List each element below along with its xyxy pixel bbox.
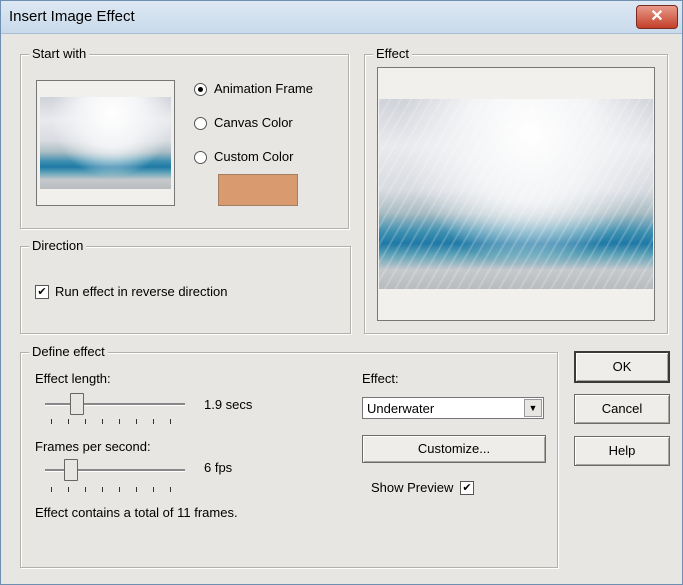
- effect-type-dropdown[interactable]: Underwater ▼: [362, 397, 544, 419]
- cancel-button-label: Cancel: [601, 401, 643, 416]
- insert-image-effect-dialog: Insert Image Effect ✕ Start with Animati…: [0, 0, 683, 585]
- effect-length-slider-handle[interactable]: [70, 393, 85, 415]
- start-with-legend: Start with: [29, 46, 90, 61]
- reverse-direction-label: Run effect in reverse direction: [55, 284, 228, 299]
- effect-length-label: Effect length:: [35, 371, 111, 386]
- ok-button[interactable]: OK: [574, 351, 670, 383]
- direction-legend: Direction: [29, 238, 87, 253]
- radio-canvas-color-label: Canvas Color: [214, 115, 293, 130]
- effect-length-slider-ticks: [45, 419, 185, 425]
- window-title: Insert Image Effect: [9, 8, 135, 25]
- start-frame-thumbnail: [36, 80, 175, 206]
- reverse-direction-checkbox[interactable]: ✔: [35, 285, 49, 299]
- effect-length-value: 1.9 secs: [204, 397, 253, 412]
- frames-per-second-label: Frames per second:: [35, 439, 151, 454]
- ok-button-label: OK: [612, 359, 632, 374]
- total-frames-text: Effect contains a total of 11 frames.: [35, 505, 238, 520]
- close-icon: ✕: [650, 8, 664, 25]
- radio-animation-frame-label: Animation Frame: [214, 81, 313, 96]
- radio-custom-color-indicator[interactable]: [194, 151, 207, 164]
- show-preview-label: Show Preview: [371, 480, 454, 495]
- effect-preview-frame: [377, 67, 655, 321]
- effect-type-value: Underwater: [367, 401, 435, 416]
- radio-animation-frame-indicator[interactable]: [194, 83, 207, 96]
- effect-preview-legend: Effect: [373, 46, 413, 61]
- reverse-direction-check-icon: ✔: [37, 286, 47, 298]
- fps-slider-handle[interactable]: [63, 459, 78, 481]
- fps-slider-ticks: [45, 487, 185, 493]
- show-preview-checkbox[interactable]: ✔: [460, 481, 474, 495]
- effect-type-label: Effect:: [362, 371, 399, 386]
- customize-button-label: Customize...: [417, 441, 491, 456]
- effect-preview-image: [379, 99, 653, 289]
- chevron-down-icon[interactable]: ▼: [524, 399, 542, 417]
- help-button[interactable]: Help: [574, 436, 670, 466]
- custom-color-swatch[interactable]: [218, 174, 298, 206]
- show-preview-check-icon: ✔: [462, 482, 472, 494]
- start-frame-image: [40, 97, 171, 189]
- radio-canvas-color-indicator[interactable]: [194, 117, 207, 130]
- fps-value: 6 fps: [204, 460, 233, 475]
- help-button-label: Help: [608, 443, 636, 458]
- cancel-button[interactable]: Cancel: [574, 394, 670, 424]
- define-effect-legend: Define effect: [29, 344, 108, 359]
- title-bar: Insert Image Effect ✕: [1, 1, 682, 34]
- customize-button[interactable]: Customize...: [362, 435, 546, 463]
- radio-custom-color-label: Custom Color: [214, 149, 294, 164]
- effect-length-slider-track[interactable]: [45, 403, 185, 406]
- close-button[interactable]: ✕: [636, 5, 678, 29]
